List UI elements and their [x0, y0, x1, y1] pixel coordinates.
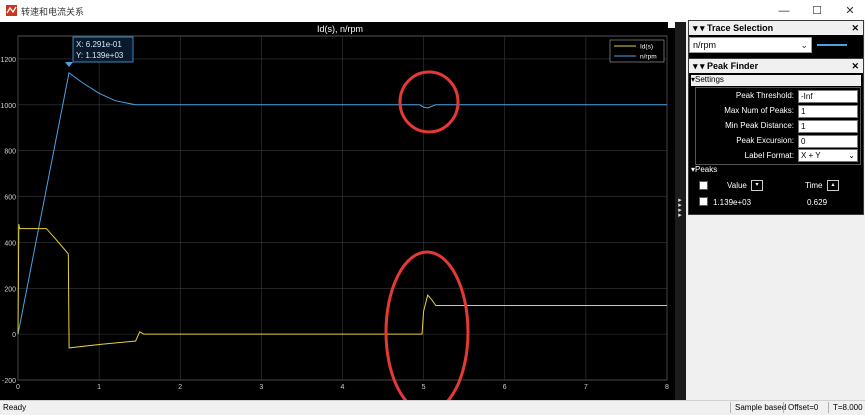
- chevron-down-icon[interactable]: ⌄: [800, 38, 808, 52]
- peak-row-checkbox[interactable]: [699, 197, 708, 206]
- peak-row-time: 0.629: [807, 198, 828, 207]
- trace-selection-title: Trace Selection: [707, 23, 774, 33]
- settings-table: Peak Threshold: -Inf Max Num of Peaks: 1…: [695, 87, 861, 165]
- y-tick-label: 800: [4, 149, 16, 156]
- trace-line-style-swatch: [817, 44, 847, 46]
- y-tick-label: 200: [4, 286, 16, 293]
- peak-finder-title: Peak Finder: [707, 61, 759, 71]
- peak-finder-header[interactable]: ▾ ▾ Peak Finder ✕: [689, 59, 863, 73]
- plot-legend[interactable]: Id(s) n/rpm: [609, 39, 665, 63]
- trace-select[interactable]: n/rpm ⌄: [689, 37, 812, 53]
- label-format-value: X + Y: [801, 151, 821, 160]
- status-ready: Ready: [3, 403, 27, 412]
- min-peak-distance-label: Min Peak Distance:: [725, 121, 794, 130]
- trace-selection-close-icon[interactable]: ✕: [851, 21, 859, 35]
- y-tick-label: -200: [2, 378, 16, 385]
- y-tick-label: 600: [4, 195, 16, 202]
- peak-excursion-field[interactable]: 0: [798, 135, 858, 148]
- x-tick-label: 3: [259, 384, 263, 391]
- x-tick-labels: 0 1 2 3 4 5 6 7 8: [16, 384, 669, 391]
- y-tick-label: 1000: [0, 103, 16, 110]
- x-tick-label: 7: [584, 384, 588, 391]
- value-sort-icon[interactable]: ▾: [751, 180, 763, 191]
- peaks-section-header[interactable]: ▾Peaks: [691, 165, 717, 174]
- window-title: 转速和电流关系: [21, 7, 85, 17]
- scope-plot[interactable]: -200020040060080010001200 012345678 Id(s…: [0, 22, 675, 400]
- splitter-grip-icon[interactable]: ▸ ▸ ▸ ▸: [677, 197, 683, 219]
- x-tick-label: 0: [16, 384, 20, 391]
- status-bar: Ready Sample based Offset=0 T=8.000: [0, 400, 865, 415]
- peak-row-value: 1.139e+03: [713, 198, 752, 207]
- time-sort-icon[interactable]: ▴: [827, 180, 839, 191]
- peak-threshold-field[interactable]: -Inf: [798, 90, 858, 103]
- datatip-x: X: 6.291e-01: [76, 40, 122, 49]
- y-tick-label: 0: [12, 332, 16, 339]
- legend-label-id: Id(s): [640, 44, 653, 51]
- status-sample-based: Sample based: [730, 402, 786, 413]
- collapse-icon[interactable]: ▾ ▾: [693, 23, 707, 33]
- close-button[interactable]: ✕: [836, 3, 864, 19]
- maximize-button[interactable]: ☐: [803, 3, 831, 19]
- x-tick-label: 8: [665, 384, 669, 391]
- peaks-label: Peaks: [695, 165, 718, 174]
- status-offset: Offset=0: [783, 402, 818, 413]
- minimize-button[interactable]: —: [770, 3, 798, 19]
- label-format-label: Label Format:: [744, 151, 794, 160]
- label-format-select[interactable]: X + Y ⌄: [798, 149, 858, 162]
- x-tick-label: 4: [341, 384, 345, 391]
- highlight-circle-current: [384, 250, 470, 400]
- min-peak-distance-field[interactable]: 1: [798, 120, 858, 133]
- settings-section-header[interactable]: ▾Settings: [691, 75, 861, 86]
- y-tick-label: 400: [4, 240, 16, 247]
- peak-finder-panel: ▾ ▾ Peak Finder ✕ ▾Settings Peak Thresho…: [688, 58, 864, 215]
- undock-icon[interactable]: [668, 22, 675, 28]
- scope-display[interactable]: -200 0 200 400 600 800 1000 1200 012345678 Id(s…: [0, 22, 675, 400]
- datatip-y: Y: 1.139e+03: [76, 51, 124, 60]
- trace-select-value: n/rpm: [693, 40, 717, 50]
- peak-excursion-label: Peak Excursion:: [736, 136, 794, 145]
- status-time: T=8.000: [828, 402, 863, 413]
- max-num-peaks-field[interactable]: 1: [798, 105, 858, 118]
- x-tick-label: 5: [422, 384, 426, 391]
- x-tick-label: 1: [97, 384, 101, 391]
- plot-title: Id(s), n/rpm: [317, 24, 363, 34]
- max-num-peaks-label: Max Num of Peaks:: [724, 106, 794, 115]
- plot-grid: [17, 35, 668, 381]
- y-tick-label: 1200: [0, 57, 16, 64]
- chevron-down-icon[interactable]: ⌄: [848, 150, 855, 161]
- time-column-header[interactable]: Time: [805, 181, 822, 190]
- app-icon: [6, 5, 17, 16]
- x-tick-label: 2: [178, 384, 182, 391]
- settings-label: Settings: [695, 75, 724, 84]
- x-tick-label: 6: [503, 384, 507, 391]
- trace-selection-header[interactable]: ▾ ▾ Trace Selection ✕: [689, 21, 863, 35]
- value-column-header[interactable]: Value: [727, 181, 747, 190]
- trace-selection-panel: ▾ ▾ Trace Selection ✕ n/rpm ⌄: [688, 20, 864, 60]
- peak-threshold-label: Peak Threshold:: [735, 91, 794, 100]
- legend-label-speed: n/rpm: [640, 54, 657, 61]
- peak-finder-close-icon[interactable]: ✕: [851, 59, 859, 73]
- highlight-circle-speed: [398, 70, 460, 134]
- y-tick-labels: -200 0 200 400 600 800 1000 1200: [0, 57, 16, 385]
- collapse-icon[interactable]: ▾ ▾: [693, 61, 707, 71]
- select-all-peaks-checkbox[interactable]: [699, 181, 708, 190]
